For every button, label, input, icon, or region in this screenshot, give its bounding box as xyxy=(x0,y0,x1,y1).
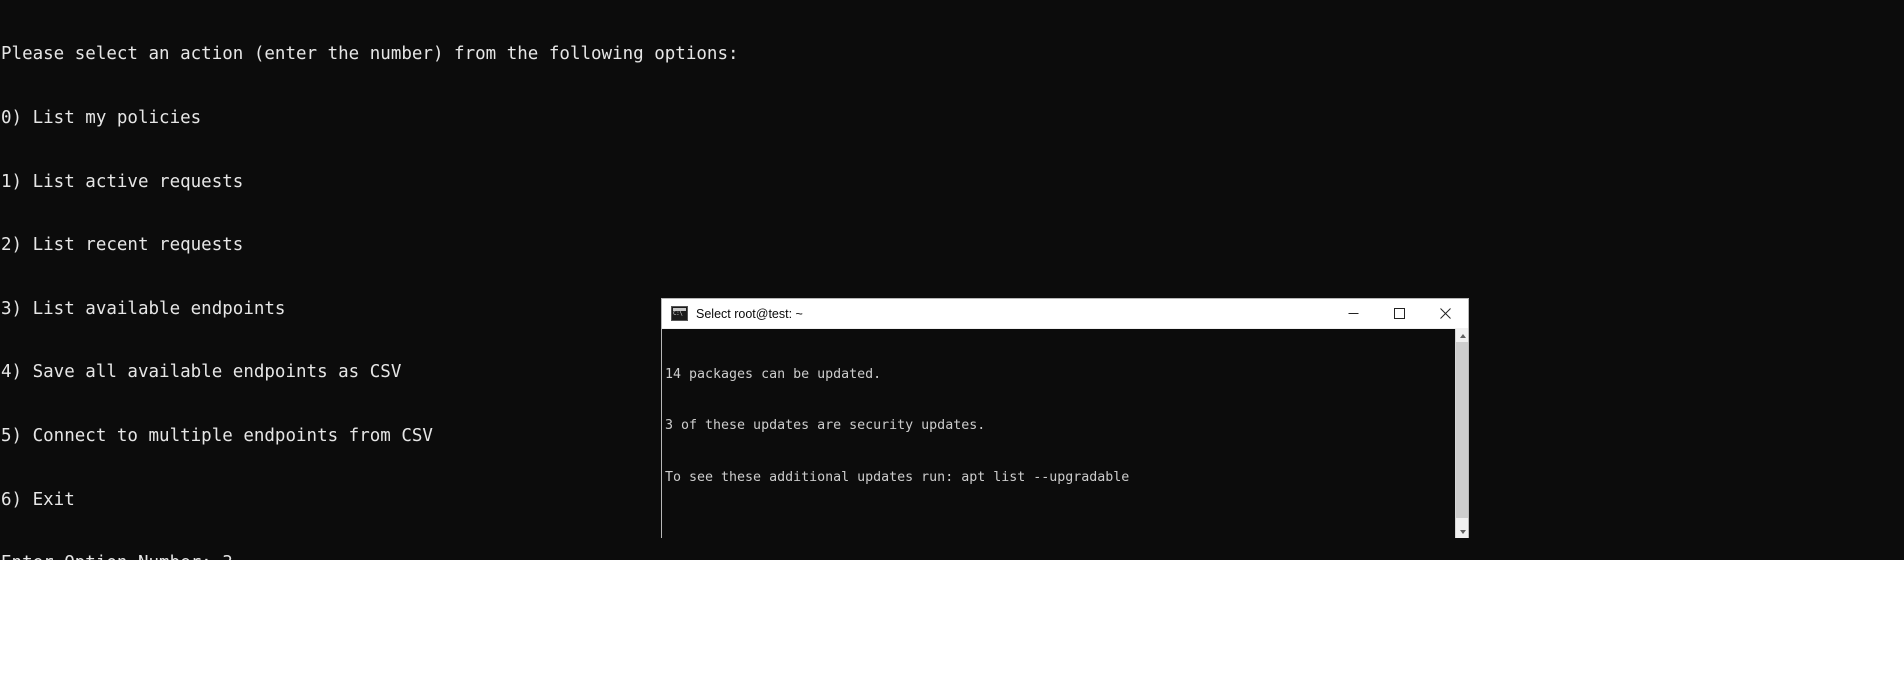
terminal-line: Enter Option Number: 3 xyxy=(0,553,1904,560)
desktop-background xyxy=(0,560,1904,677)
terminal-line: Please select an action (enter the numbe… xyxy=(1,44,739,65)
screen: Please select an action (enter the numbe… xyxy=(0,0,1904,677)
scrollbar-thumb[interactable] xyxy=(1456,342,1468,518)
close-icon xyxy=(1439,308,1451,319)
minimize-button[interactable] xyxy=(1330,299,1376,328)
console-window[interactable]: Select root@test: ~ 14 packages c xyxy=(662,299,1468,538)
console-body[interactable]: 14 packages can be updated. 3 of these u… xyxy=(662,329,1468,538)
console-titlebar[interactable]: Select root@test: ~ xyxy=(662,299,1468,329)
console-line: 3 of these updates are security updates. xyxy=(665,418,986,434)
console-scrollbar[interactable] xyxy=(1455,329,1468,538)
terminal-line: 0) List my policies xyxy=(1,108,202,128)
console-line: 14 packages can be updated. xyxy=(665,366,882,382)
terminal-line: 1) List active requests xyxy=(1,171,244,192)
maximize-icon xyxy=(1393,308,1405,319)
scroll-up-button[interactable] xyxy=(1456,329,1468,342)
console-icon xyxy=(671,306,688,321)
console-line: To see these additional updates run: apt… xyxy=(665,470,1130,486)
chevron-down-icon xyxy=(1459,529,1466,534)
console-output: 14 packages can be updated. 3 of these u… xyxy=(665,331,1454,538)
scroll-down-button[interactable] xyxy=(1456,525,1468,538)
maximize-button[interactable] xyxy=(1376,299,1422,328)
chevron-up-icon xyxy=(1459,333,1466,338)
minimize-icon xyxy=(1348,313,1358,314)
terminal-line: 2) List recent requests xyxy=(1,235,244,256)
close-button[interactable] xyxy=(1422,299,1468,328)
console-window-title: Select root@test: ~ xyxy=(696,306,803,321)
